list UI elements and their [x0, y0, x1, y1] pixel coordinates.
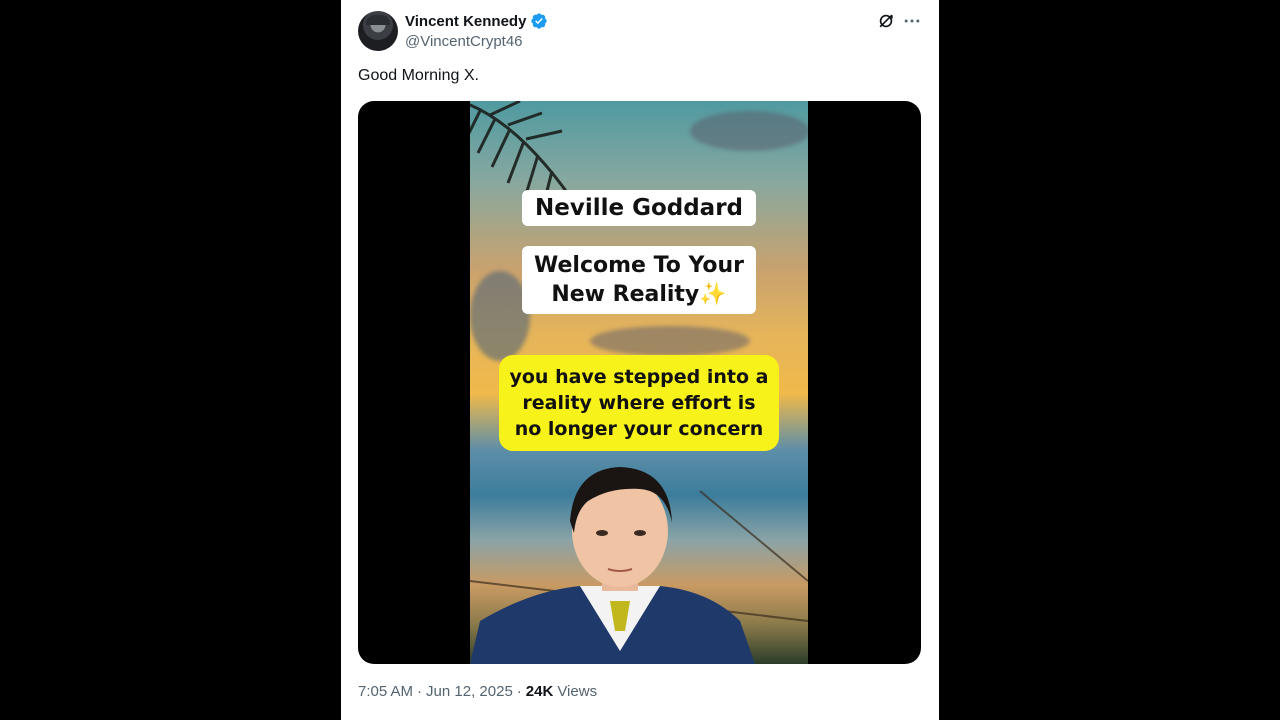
author-name-row[interactable]: Vincent Kennedy	[405, 12, 548, 30]
caption-welcome: Welcome To Your New Reality✨	[522, 246, 756, 314]
tweet-text: Good Morning X.	[358, 67, 479, 84]
caption-welcome-line1: Welcome To Your	[534, 253, 744, 278]
author-handle[interactable]: @VincentCrypt46	[405, 33, 523, 50]
caption-welcome-line2: New Reality✨	[551, 282, 727, 307]
caption-quote: you have stepped into a reality where ef…	[499, 355, 779, 451]
cloud-shape	[590, 326, 750, 356]
caption-title: Neville Goddard	[521, 190, 757, 226]
tweet-time[interactable]: 7:05 AM	[358, 683, 413, 700]
meta-separator: ·	[516, 683, 522, 700]
video-player[interactable]: Neville Goddard Welcome To Your New Real…	[358, 101, 921, 664]
tweet-date[interactable]: Jun 12, 2025	[426, 683, 513, 700]
video-frame: Neville Goddard Welcome To Your New Real…	[470, 101, 808, 664]
tweet-card: Vincent Kennedy @VincentCrypt46 Good Mor…	[341, 0, 939, 720]
grok-icon[interactable]	[876, 11, 896, 31]
palm-leaves-icon	[470, 101, 582, 220]
cloud-shape	[690, 111, 808, 151]
verified-badge-icon	[531, 13, 548, 29]
tweet-meta: 7:05 AM · Jun 12, 2025 · 24K Views	[358, 683, 597, 700]
meta-separator: ·	[417, 683, 423, 700]
views-count[interactable]: 24K	[526, 683, 554, 700]
cloud-shape	[470, 271, 530, 361]
avatar[interactable]	[358, 11, 398, 51]
portrait-illustration	[470, 467, 808, 664]
author-name[interactable]: Vincent Kennedy	[405, 13, 526, 30]
more-options-icon[interactable]	[902, 11, 922, 31]
views-label: Views	[557, 683, 598, 700]
